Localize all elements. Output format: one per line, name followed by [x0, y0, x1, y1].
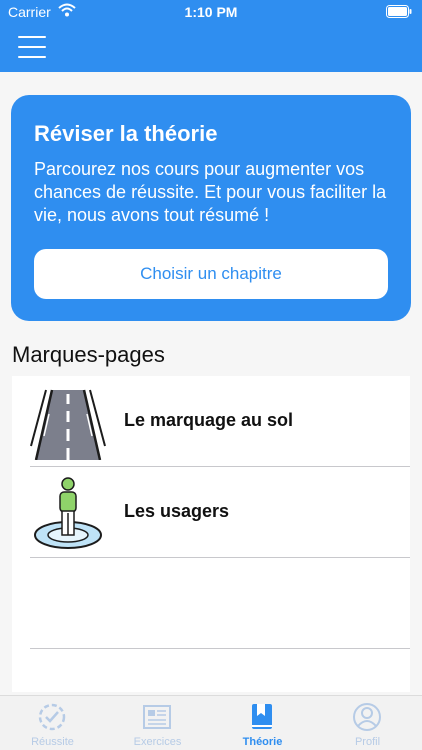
status-bar: Carrier 1:10 PM: [0, 0, 422, 24]
bookmark-item-road-users[interactable]: Les usagers: [12, 467, 410, 558]
tab-success[interactable]: Réussite: [0, 696, 105, 750]
tab-label: Théorie: [242, 736, 283, 748]
bookmarks-list: Le marquage au sol Les usagers: [12, 376, 410, 692]
tab-bar: Réussite Exercices Théorie Profil: [0, 695, 422, 750]
bookmarks-title: Marques-pages: [12, 342, 165, 367]
exercise-sheet-icon: [143, 705, 171, 729]
status-time: 1:10 PM: [184, 4, 238, 20]
bookmark-item-road-marking[interactable]: Le marquage au sol: [12, 376, 410, 467]
tab-profile[interactable]: Profil: [315, 696, 420, 750]
tab-label: Profil: [354, 736, 381, 748]
bookmark-label: Les usagers: [124, 501, 230, 521]
list-divider: [30, 557, 410, 558]
hamburger-menu-icon[interactable]: [18, 36, 46, 58]
app-header: Carrier 1:10 PM: [0, 0, 422, 72]
card-title: Réviser la théorie: [34, 121, 218, 146]
tab-exercises[interactable]: Exercices: [105, 696, 210, 750]
tab-theory[interactable]: Théorie: [210, 696, 315, 750]
revise-theory-card: Réviser la théorie Parcourez nos cours p…: [11, 95, 411, 321]
tab-label: Réussite: [31, 736, 74, 748]
road-icon: [30, 389, 106, 460]
card-description: Parcourez nos cours pour augmenter vos c…: [34, 159, 387, 225]
battery-icon: [386, 5, 412, 18]
tab-label: Exercices: [133, 736, 182, 748]
check-circle-icon: [38, 703, 66, 731]
bookmark-book-icon: [252, 704, 272, 729]
bookmark-label: Le marquage au sol: [124, 410, 294, 430]
profile-icon: [353, 703, 381, 731]
choose-chapter-button[interactable]: Choisir un chapitre: [34, 249, 388, 299]
list-divider: [30, 648, 410, 649]
pedestrian-icon: [34, 477, 102, 549]
